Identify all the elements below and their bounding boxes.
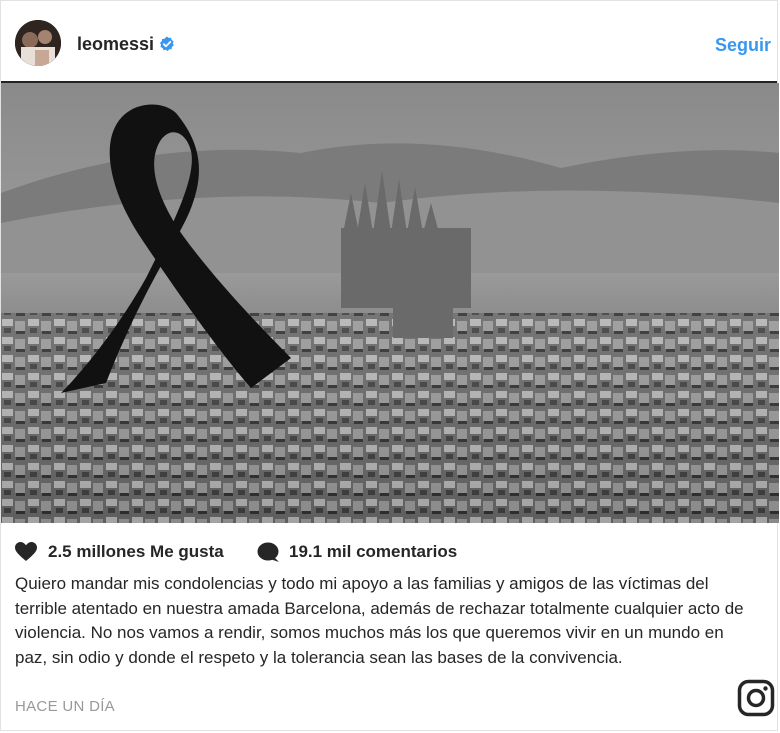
verified-badge-icon (160, 36, 174, 51)
post-header: leomessi Seguir (1, 1, 777, 83)
post-timestamp: HACE UN DÍA (15, 698, 115, 715)
likes-count[interactable]: 2.5 millones Me gusta (48, 542, 224, 562)
follow-button[interactable]: Seguir (715, 35, 771, 56)
post-image (1, 83, 779, 523)
instagram-logo-icon[interactable] (737, 679, 775, 717)
avatar[interactable] (15, 20, 61, 66)
heart-icon[interactable] (15, 542, 37, 562)
username[interactable]: leomessi (77, 34, 154, 55)
comments-count[interactable]: 19.1 mil comentarios (289, 542, 457, 562)
instagram-post-embed: leomessi Seguir 2.5 millones Me gusta 19… (0, 0, 779, 731)
post-caption: Quiero mandar mis condolencias y todo mi… (15, 574, 744, 667)
comment-bubble-icon[interactable] (257, 542, 279, 562)
